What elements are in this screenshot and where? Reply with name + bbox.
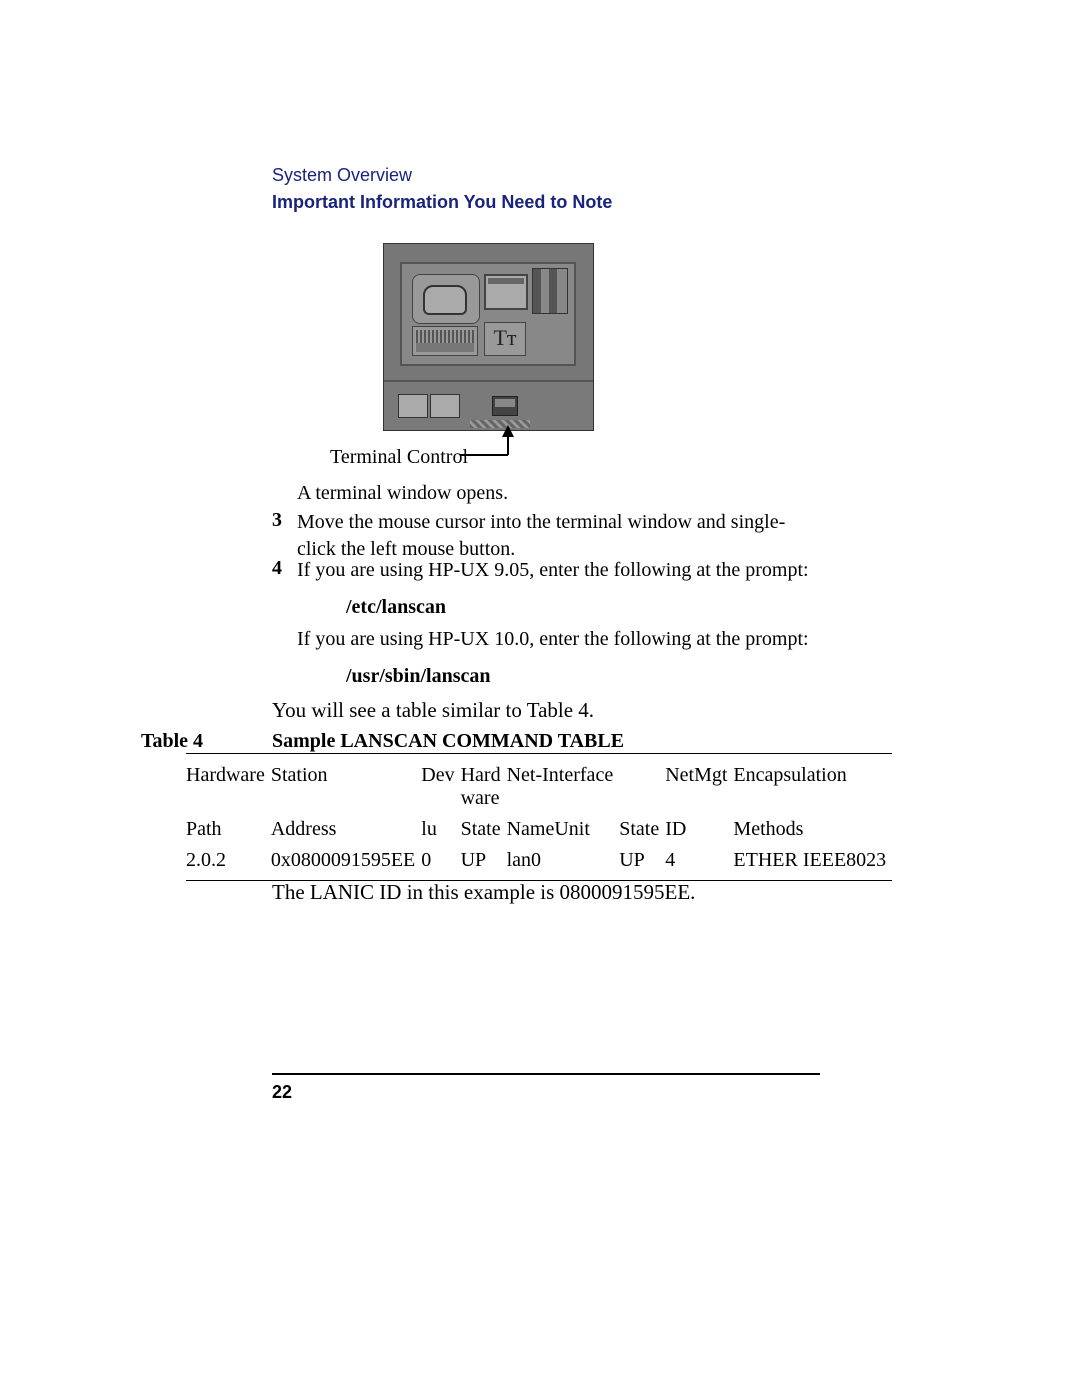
th-encapsulation: Encapsulation [733, 754, 892, 815]
td-address: 0x0800091595EE [271, 845, 421, 881]
td-methods: ETHER IEEE8023 [733, 845, 892, 881]
step-number-3: 3 [272, 509, 282, 532]
th-nameunit: NameUnit [507, 814, 620, 845]
command-etc-lanscan: /etc/lanscan [346, 596, 446, 619]
th-hardware: Hardware [186, 754, 271, 815]
font-tt-icon: Tᴛ [484, 322, 526, 356]
table-data-row: 2.0.2 0x0800091595EE 0 UP lan0 UP 4 ETHE… [186, 845, 892, 881]
section-subtitle: Important Information You Need to Note [272, 192, 612, 213]
taskbar-button-icon [398, 394, 428, 418]
table-title: Sample LANSCAN COMMAND TABLE [272, 730, 624, 753]
step-number-4: 4 [272, 557, 282, 580]
figure-bg: Tᴛ [383, 243, 594, 431]
callout-arrow-icon [460, 425, 520, 461]
th-net-interface: Net-Interface [507, 754, 620, 815]
terminal-control-icon [492, 396, 518, 416]
th-blank [619, 754, 665, 815]
td-state: UP [619, 845, 665, 881]
terminal-opens-text: A terminal window opens. [297, 480, 508, 507]
page-number: 22 [272, 1082, 292, 1103]
hpux10-text: If you are using HP-UX 10.0, enter the f… [297, 626, 822, 653]
th-hardware-state: Hard ware [461, 754, 507, 815]
lanscan-table: Hardware Station Dev Hard ware Net-Inter… [186, 753, 892, 881]
keyboard-icon [412, 326, 478, 356]
th-state2: State [619, 814, 665, 845]
th-lu: lu [421, 814, 460, 845]
td-hwstate: UP [461, 845, 507, 881]
figure-caption: Terminal Control [330, 444, 468, 471]
td-path: 2.0.2 [186, 845, 271, 881]
td-lu: 0 [421, 845, 460, 881]
th-id: ID [665, 814, 733, 845]
you-will-see-text: You will see a table similar to Table 4. [272, 698, 594, 723]
window-icon [484, 274, 528, 310]
table-header-row-2: Path Address lu State NameUnit State ID … [186, 814, 892, 845]
step-3-text: Move the mouse cursor into the terminal … [297, 509, 822, 563]
th-methods: Methods [733, 814, 892, 845]
books-icon [532, 268, 568, 314]
th-station: Station [271, 754, 421, 815]
td-id: 4 [665, 845, 733, 881]
td-nameunit: lan0 [507, 845, 620, 881]
figure-taskbar [384, 380, 593, 430]
command-usr-sbin-lanscan: /usr/sbin/lanscan [346, 665, 491, 688]
table-label: Table 4 [141, 730, 203, 753]
document-page: System Overview Important Information Yo… [0, 0, 1080, 1397]
th-netmgt: NetMgt [665, 754, 733, 815]
th-state: State [461, 814, 507, 845]
palette-icon [412, 274, 480, 324]
th-dev: Dev [421, 754, 460, 815]
th-address: Address [271, 814, 421, 845]
th-path: Path [186, 814, 271, 845]
table-header-row-1: Hardware Station Dev Hard ware Net-Inter… [186, 754, 892, 815]
section-title: System Overview [272, 165, 612, 186]
page-header: System Overview Important Information Yo… [272, 165, 612, 213]
taskbar-button-icon [430, 394, 460, 418]
lanic-note: The LANIC ID in this example is 08000915… [272, 880, 695, 905]
step-4-text: If you are using HP-UX 9.05, enter the f… [297, 557, 822, 584]
figure-screenshot: Tᴛ [383, 243, 592, 429]
footer-rule [272, 1073, 820, 1075]
